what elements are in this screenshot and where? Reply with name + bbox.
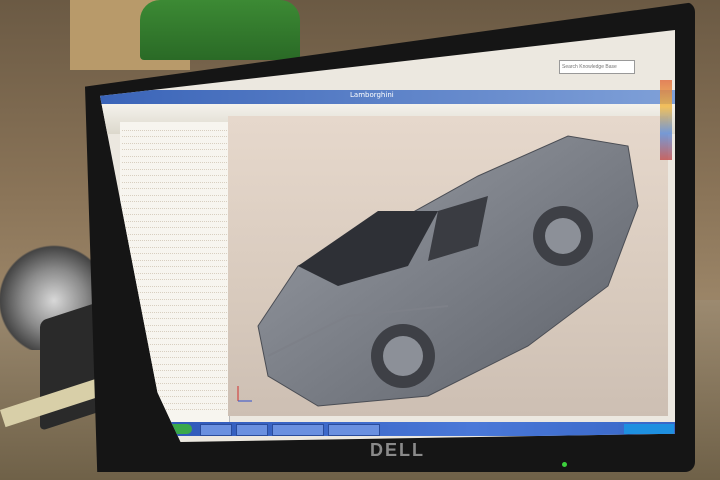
- rear-rim: [545, 218, 581, 254]
- taskbar-item[interactable]: [328, 424, 380, 436]
- dell-logo: DELL: [370, 440, 425, 460]
- system-clock: [624, 424, 674, 434]
- windows-taskbar: [160, 422, 675, 436]
- laptop-screen: Lamborghini: [100, 30, 675, 442]
- power-led: [562, 462, 567, 467]
- search-input[interactable]: [559, 60, 635, 74]
- taskbar-item[interactable]: [200, 424, 232, 436]
- window-titlebar[interactable]: Lamborghini: [100, 60, 675, 104]
- task-pane-tabs[interactable]: [660, 80, 672, 160]
- taskbar-item[interactable]: [236, 424, 268, 436]
- front-rim: [383, 336, 423, 376]
- taskbar-item[interactable]: [272, 424, 324, 436]
- car-model-render[interactable]: [228, 116, 668, 416]
- green-chair: [140, 0, 300, 60]
- window-title: Lamborghini: [350, 91, 394, 99]
- cad-viewport[interactable]: [228, 116, 668, 416]
